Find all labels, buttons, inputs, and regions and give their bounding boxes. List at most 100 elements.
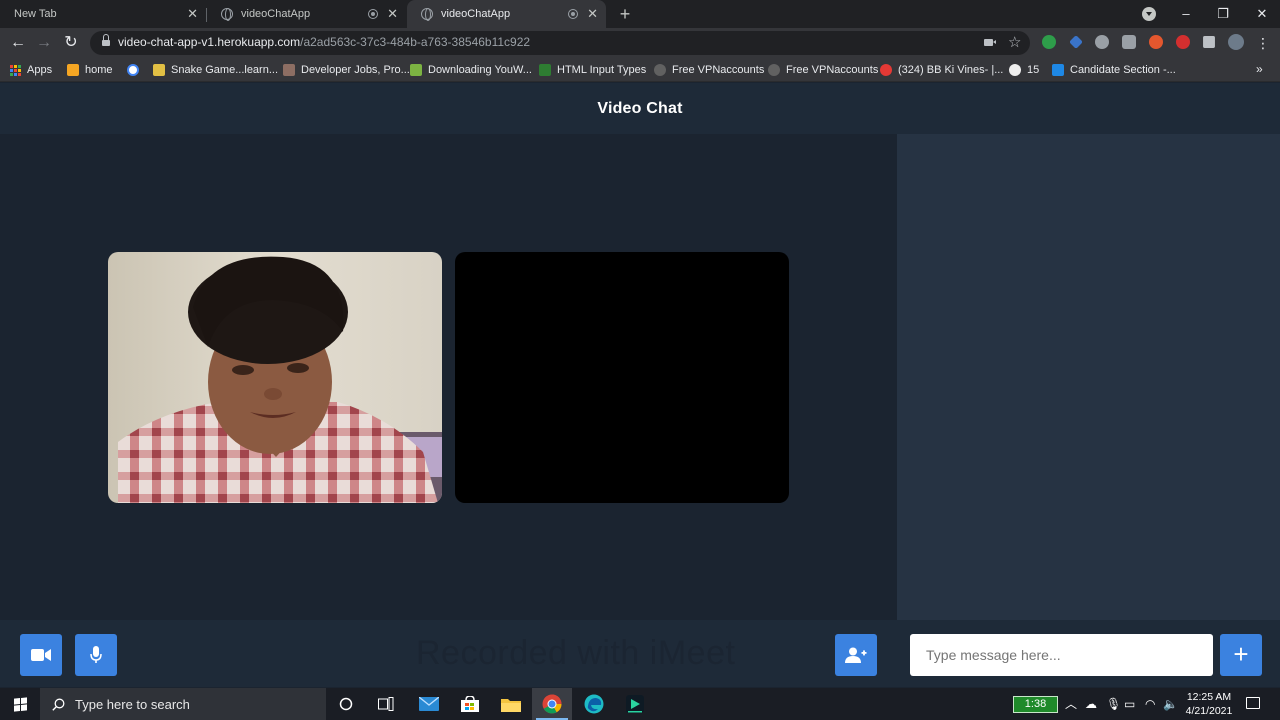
- recording-watermark: Recorded with iMeet: [416, 634, 736, 672]
- tab-close-icon[interactable]: ✕: [387, 6, 398, 22]
- edge-app-icon[interactable]: [574, 688, 614, 720]
- url-path: /a2ad563c-37c3-484b-a763-38546b11c922: [300, 35, 531, 49]
- bookmark-google[interactable]: [127, 63, 145, 77]
- start-button[interactable]: [0, 688, 40, 720]
- tab-close-icon[interactable]: ✕: [587, 6, 598, 22]
- volume-icon[interactable]: 🔈: [1163, 696, 1178, 712]
- bookmark-downloading[interactable]: Downloading YouW...: [410, 63, 532, 77]
- video-grid: [0, 134, 897, 620]
- restore-icon[interactable]: ❐: [1213, 4, 1233, 24]
- tab-search-icon[interactable]: [1142, 7, 1156, 21]
- wifi-icon[interactable]: ◠: [1145, 696, 1155, 712]
- play-clip-icon: [626, 695, 644, 713]
- microphone-icon: [90, 646, 102, 663]
- youtube-favicon-icon: [880, 64, 892, 76]
- extension-gamepad-icon[interactable]: [1095, 35, 1109, 49]
- bookmark-apps[interactable]: Apps: [10, 63, 52, 77]
- url-text[interactable]: video-chat-app-v1.herokuapp.com/a2ad563c…: [118, 35, 530, 49]
- globe-icon: [421, 8, 433, 21]
- forward-icon[interactable]: →: [34, 33, 54, 53]
- tab-videochatapp-2[interactable]: videoChatApp ✕: [407, 0, 606, 28]
- store-app-icon[interactable]: [450, 688, 490, 720]
- video-camera-icon: [31, 649, 51, 661]
- browser-toolbar: ← → ↻ video-chat-app-v1.herokuapp.com/a2…: [0, 28, 1280, 58]
- bookmark-label: Free VPNaccounts: [786, 64, 879, 76]
- send-message-button[interactable]: +: [1220, 634, 1262, 676]
- tray-chevron-icon[interactable]: ︿: [1065, 696, 1077, 712]
- chrome-app-icon[interactable]: [532, 688, 572, 720]
- apps-grid-icon: [10, 64, 21, 76]
- cortana-icon[interactable]: [326, 688, 366, 720]
- globe-favicon-icon: [1009, 64, 1021, 76]
- extension-pen-icon[interactable]: [1069, 35, 1083, 49]
- tab-videochatapp-1[interactable]: videoChatApp ✕: [207, 0, 406, 28]
- camera-in-use-icon[interactable]: [984, 39, 996, 46]
- reload-icon[interactable]: ↻: [61, 33, 81, 53]
- bookmark-youtube[interactable]: (324) BB Ki Vines- |...: [880, 63, 1003, 77]
- bookmark-15[interactable]: 15: [1009, 63, 1039, 77]
- task-view-icon[interactable]: [366, 688, 406, 720]
- onedrive-cloud-icon[interactable]: ☁: [1085, 696, 1097, 712]
- webcam-feed-image: [108, 252, 442, 503]
- bookmark-free-vpn-1[interactable]: Free VPNaccounts: [654, 63, 764, 77]
- microphone-tray-icon[interactable]: 🎙: [1106, 696, 1121, 712]
- bookmark-free-vpn-2[interactable]: Free VPNaccounts: [768, 63, 878, 77]
- download-favicon-icon: [410, 64, 422, 76]
- edge-logo-icon: [584, 694, 604, 714]
- bookmark-home[interactable]: home: [67, 63, 113, 77]
- bookmark-html-input-types[interactable]: HTML Input Types: [539, 63, 646, 77]
- minimize-icon[interactable]: –: [1176, 4, 1196, 24]
- windows-taskbar: Type here to search 1:38 ︿ ☁ 🎙 ▭ ◠ 🔈 12:…: [0, 688, 1280, 720]
- clock-date: 4/21/2021: [1185, 705, 1233, 717]
- search-placeholder: Type here to search: [75, 696, 190, 712]
- lock-icon[interactable]: [102, 34, 110, 47]
- window-close-icon[interactable]: ✕: [1252, 4, 1272, 24]
- chat-message-input[interactable]: [910, 634, 1213, 676]
- address-bar[interactable]: video-chat-app-v1.herokuapp.com/a2ad563c…: [90, 31, 1030, 55]
- kebab-menu-icon[interactable]: ⋮: [1256, 33, 1270, 53]
- battery-icon[interactable]: ▭: [1124, 696, 1135, 712]
- bookmark-label: Snake Game...learn...: [171, 64, 278, 76]
- extension-sale-icon[interactable]: [1176, 35, 1190, 49]
- tab-new-tab[interactable]: New Tab ✕: [0, 0, 206, 28]
- invite-user-button[interactable]: [835, 634, 877, 676]
- bookmark-label: Downloading YouW...: [428, 64, 532, 76]
- toggle-mic-button[interactable]: [75, 634, 117, 676]
- media-editor-app-icon[interactable]: [615, 688, 655, 720]
- taskbar-search[interactable]: Type here to search: [40, 688, 326, 720]
- chat-input-row: +: [897, 620, 1280, 687]
- extension-fire-icon[interactable]: [1149, 35, 1163, 49]
- mail-app-icon[interactable]: [409, 688, 449, 720]
- tab-close-icon[interactable]: ✕: [187, 6, 198, 22]
- remote-video: [455, 252, 789, 503]
- vpn-favicon-icon: [768, 64, 780, 76]
- bookmark-label: Free VPNaccounts: [672, 64, 765, 76]
- profile-avatar[interactable]: [1228, 34, 1244, 50]
- recording-timer[interactable]: 1:38: [1013, 696, 1058, 713]
- snake-favicon-icon: [153, 64, 165, 76]
- bookmark-star-icon[interactable]: ☆: [1008, 33, 1021, 51]
- toggle-video-button[interactable]: [20, 634, 62, 676]
- back-icon[interactable]: ←: [8, 33, 28, 53]
- add-user-icon: [845, 647, 867, 663]
- google-favicon-icon: [127, 64, 139, 76]
- extension-tag-icon[interactable]: [1122, 35, 1136, 49]
- file-explorer-icon[interactable]: [491, 688, 531, 720]
- call-controls-bar: Recorded with iMeet: [0, 620, 897, 687]
- extension-grammar-icon[interactable]: [1042, 35, 1056, 49]
- globe-icon: [221, 8, 233, 21]
- new-tab-icon[interactable]: +: [615, 4, 635, 24]
- extensions-puzzle-icon[interactable]: [1203, 36, 1215, 48]
- bookmark-label: Candidate Section -...: [1070, 64, 1176, 76]
- notifications-icon[interactable]: [1246, 697, 1260, 709]
- bookmark-snake-game[interactable]: Snake Game...learn...: [153, 63, 278, 77]
- taskbar-clock[interactable]: 12:25 AM 4/21/2021: [1178, 690, 1240, 718]
- bookmarks-overflow-icon[interactable]: »: [1256, 62, 1263, 76]
- mail-envelope-icon: [419, 697, 439, 711]
- bookmark-developer-jobs[interactable]: Developer Jobs, Pro...: [283, 63, 410, 77]
- bookmark-candidate-section[interactable]: Candidate Section -...: [1052, 63, 1176, 77]
- chrome-logo-icon: [542, 694, 562, 714]
- clock-time: 12:25 AM: [1186, 691, 1232, 703]
- bookmark-label: home: [85, 64, 113, 76]
- url-host: video-chat-app-v1.herokuapp.com: [118, 35, 301, 49]
